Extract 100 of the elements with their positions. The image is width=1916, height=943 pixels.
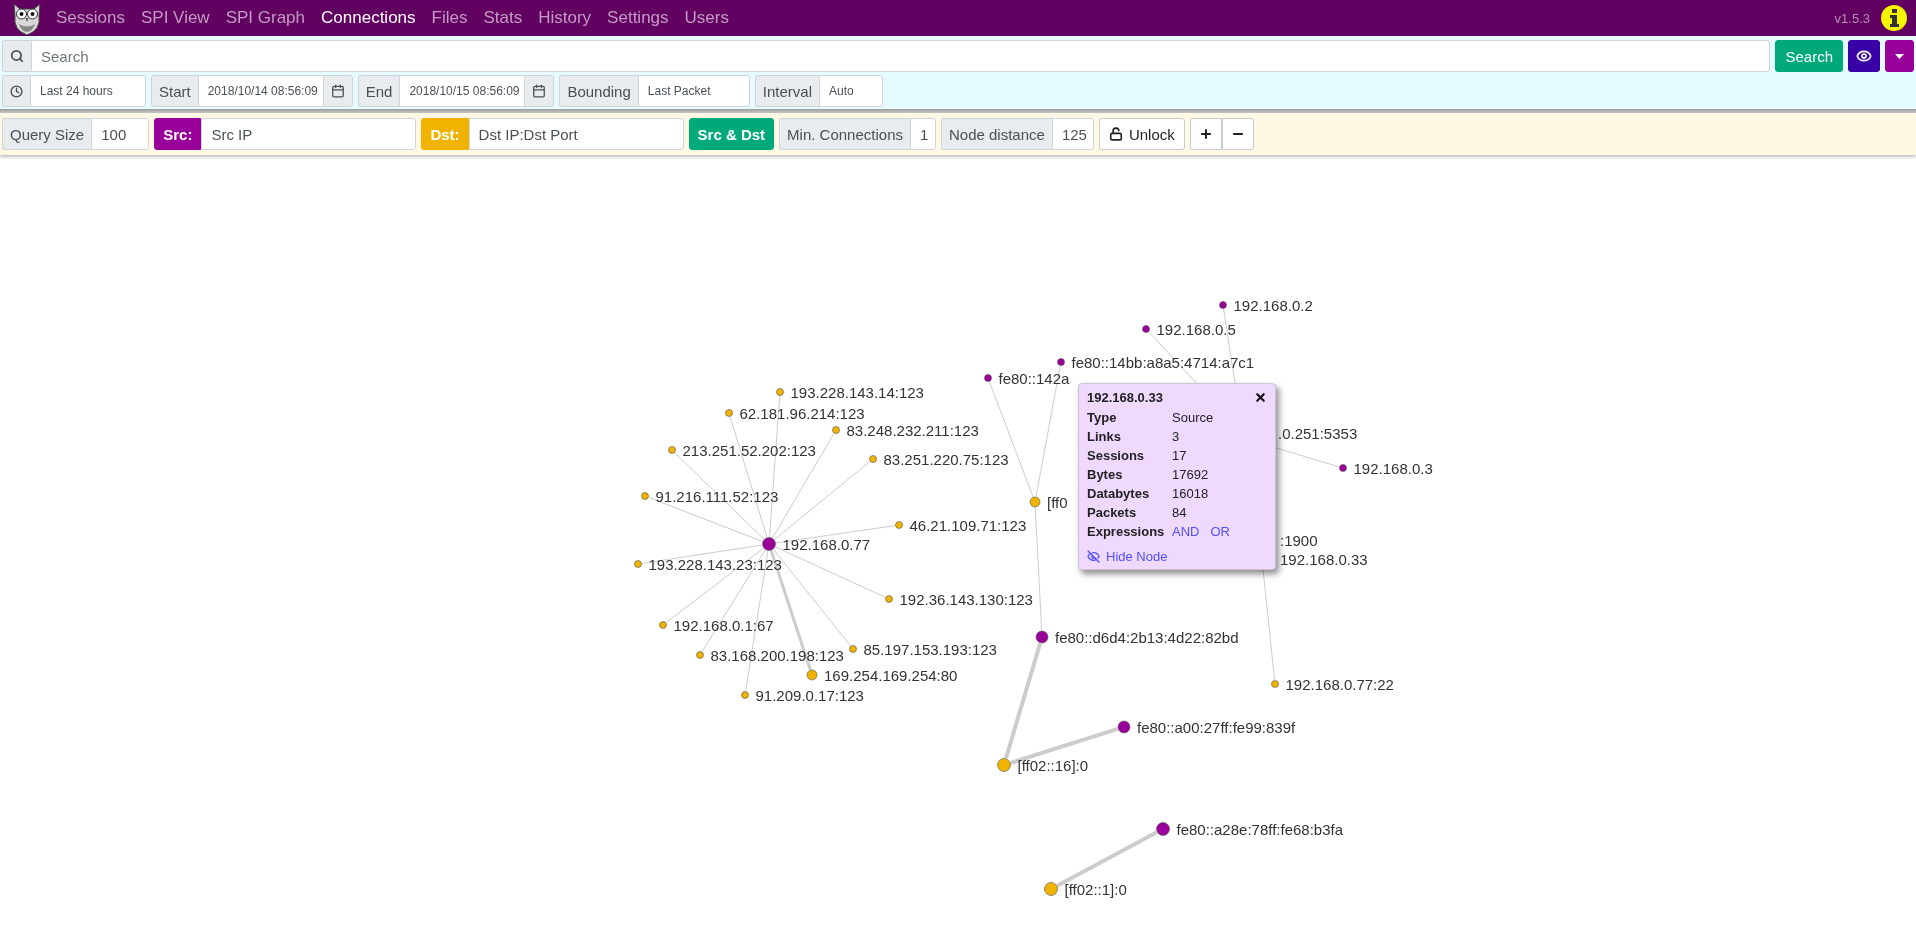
graph-node[interactable] — [725, 409, 733, 417]
node-label: fe80::d6d4:2b13:4d22:82bd — [1055, 628, 1239, 646]
node-label: 46.21.109.71:123 — [909, 516, 1027, 534]
node-label: 192.168.0.33 — [1280, 550, 1368, 568]
graph-node[interactable] — [1156, 822, 1170, 836]
caret-icon — [1895, 53, 1904, 59]
dropdown-button[interactable] — [1885, 40, 1914, 72]
dst-label: Dst: — [421, 118, 469, 150]
end-field[interactable]: 2018/10/15 08:56:09 — [399, 75, 525, 107]
node-label: 91.216.111.52:123 — [655, 487, 779, 505]
graph-node[interactable] — [1029, 496, 1041, 508]
graph-node[interactable] — [832, 426, 840, 434]
graph-node[interactable] — [1271, 680, 1279, 688]
calendar-button[interactable] — [524, 75, 555, 107]
popup-field-label: Expressions — [1087, 524, 1166, 539]
view-button[interactable] — [1848, 40, 1880, 72]
graph-node[interactable] — [806, 669, 818, 681]
src-field[interactable]: Src IP — [201, 118, 417, 150]
node-label: 213.251.52.202:123 — [682, 441, 816, 459]
node-label: 169.254.169.254:80 — [824, 666, 958, 684]
graph-node[interactable] — [984, 374, 992, 382]
popup-field-value: 16018 — [1172, 486, 1209, 501]
nav-tab[interactable]: Users — [684, 8, 729, 28]
graph-node[interactable] — [741, 691, 749, 699]
node-label: fe80::142a — [998, 369, 1070, 387]
src-dst-button[interactable]: Src & Dst — [688, 118, 775, 150]
min-connections-label: Min. Connections — [779, 118, 910, 150]
node-label: 192.36.143.130:123 — [899, 590, 1033, 608]
zoom-in-button[interactable] — [1189, 118, 1222, 150]
bounding-select[interactable]: Last Packet — [637, 75, 750, 107]
graph-node[interactable] — [1219, 301, 1227, 309]
nav-tab[interactable]: SPI Graph — [225, 8, 306, 28]
min-connections-field[interactable]: 1 — [910, 118, 936, 150]
node-label: 192.168.0.2 — [1233, 296, 1313, 314]
nav-tab[interactable]: History — [538, 8, 592, 28]
graph-node[interactable] — [668, 446, 676, 454]
graph-node[interactable] — [1339, 464, 1347, 472]
graph-node[interactable] — [997, 758, 1011, 772]
hide-node-link[interactable]: Hide Node — [1087, 549, 1168, 564]
graph-node[interactable] — [634, 560, 642, 568]
nav-tab[interactable]: Stats — [483, 8, 523, 28]
node-label: 83.251.220.75:123 — [883, 450, 1009, 468]
graph-node[interactable] — [1142, 325, 1150, 333]
info-icon[interactable] — [1880, 4, 1908, 32]
node-label: .0.251:5353 — [1278, 424, 1358, 442]
nav-tab[interactable]: Files — [431, 8, 468, 28]
node-label: 192.168.0.1:67 — [673, 616, 774, 634]
query-size-field[interactable]: 100 — [91, 118, 150, 150]
nav-tab[interactable]: Connections — [321, 8, 416, 28]
search-field[interactable]: Search — [31, 40, 1771, 72]
graph-node[interactable] — [849, 645, 857, 653]
unlock-icon — [1108, 127, 1123, 141]
nav-tab[interactable]: Settings — [607, 8, 669, 28]
expression-link[interactable]: AND — [1172, 524, 1200, 539]
interval-select[interactable]: Auto — [819, 75, 883, 107]
node-label: 83.168.200.198:123 — [710, 646, 844, 664]
graph-node[interactable] — [1117, 720, 1131, 734]
expression-link[interactable]: OR — [1210, 524, 1230, 539]
unlock-button[interactable]: Unlock — [1098, 118, 1185, 150]
version-text: v1.5.3 — [1834, 10, 1870, 26]
node-label: [ff02::1]:0 — [1064, 880, 1127, 898]
end-label: End — [357, 75, 400, 107]
popup-field-value: Source — [1172, 410, 1214, 425]
node-distance-field[interactable]: 125 — [1051, 118, 1094, 150]
graph-node[interactable] — [776, 388, 784, 396]
nav-tab[interactable]: Sessions — [56, 8, 125, 28]
src-label: Src: — [154, 118, 202, 150]
graph-node[interactable] — [869, 455, 877, 463]
graph-node[interactable] — [1057, 358, 1065, 366]
popup-field-label: Packets — [1087, 505, 1138, 520]
node-label: 91.209.0.17:123 — [755, 686, 864, 704]
search-button[interactable]: Search — [1775, 40, 1843, 72]
node-label: 62.181.96.214:123 — [739, 404, 865, 422]
graph-node[interactable] — [1035, 630, 1049, 644]
graph-node[interactable] — [885, 595, 893, 603]
calendar-icon — [330, 84, 345, 98]
search-icon — [10, 49, 24, 63]
calendar-button[interactable] — [322, 75, 353, 107]
popup-field-value: 17692 — [1172, 467, 1209, 482]
popup-field-value: 17 — [1172, 448, 1187, 463]
eye-icon — [1856, 48, 1872, 64]
nav-tab[interactable]: SPI View — [141, 8, 210, 28]
node-label: 85.197.153.193:123 — [863, 640, 997, 658]
node-label: 192.168.0.77 — [782, 535, 871, 553]
calendar-icon — [532, 84, 547, 98]
start-field[interactable]: 2018/10/14 08:56:09 — [197, 75, 323, 107]
graph-node[interactable] — [895, 521, 903, 529]
close-icon[interactable] — [1254, 391, 1267, 404]
popup-field-label: Links — [1087, 429, 1122, 444]
graph-node[interactable] — [696, 651, 704, 659]
graph-node[interactable] — [641, 492, 649, 500]
graph-node[interactable] — [762, 537, 776, 551]
dst-field[interactable]: Dst IP:Dst Port — [468, 118, 684, 150]
query-size-label: Query Size — [2, 118, 92, 150]
node-label: [ff0 — [1047, 493, 1068, 511]
time-range-select[interactable]: Last 24 hours — [30, 75, 146, 107]
popup-field-label: Sessions — [1087, 448, 1146, 463]
graph-node[interactable] — [659, 621, 667, 629]
node-label: :1900 — [1280, 531, 1318, 549]
graph-node[interactable] — [1044, 882, 1058, 896]
